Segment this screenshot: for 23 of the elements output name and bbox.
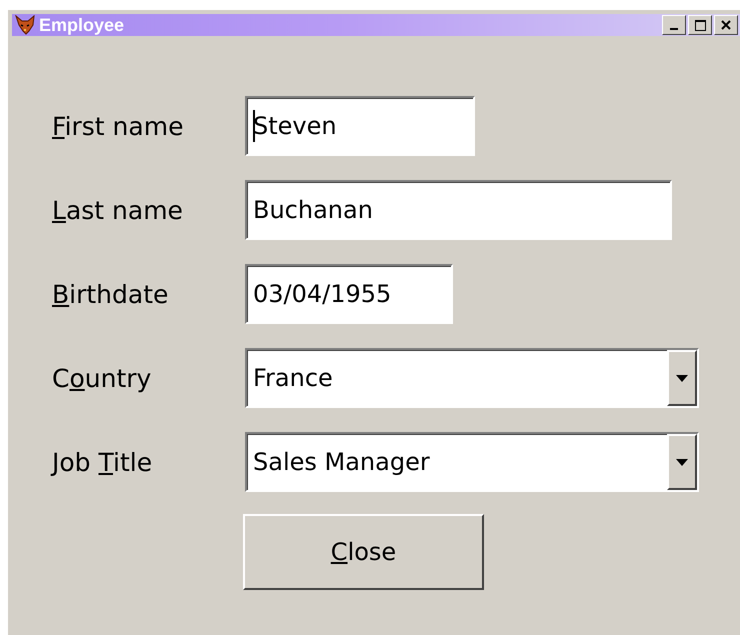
- minimize-icon: [670, 28, 678, 30]
- input-field[interactable]: Buchanan: [245, 180, 672, 240]
- minimize-button[interactable]: [662, 15, 686, 35]
- dropdown-button[interactable]: [667, 350, 697, 406]
- field-label: Birthdate: [52, 280, 168, 308]
- close-button[interactable]: [714, 15, 738, 35]
- close-button[interactable]: Close: [243, 514, 484, 590]
- dropdown[interactable]: France: [245, 348, 699, 408]
- input-field[interactable]: 03/04/1955: [245, 264, 453, 324]
- input-field[interactable]: Steven: [245, 96, 475, 156]
- field-label: Last name: [52, 196, 183, 224]
- maximize-button[interactable]: [688, 15, 712, 35]
- field-label: First name: [52, 112, 184, 140]
- field-label: Country: [52, 364, 152, 392]
- dropdown-button[interactable]: [667, 434, 697, 490]
- fox-head-icon: [15, 15, 35, 35]
- close-icon: [721, 20, 731, 30]
- caret-icon: [676, 374, 688, 382]
- window-title: Employee: [39, 14, 126, 36]
- field-label: Job Title: [52, 448, 152, 476]
- caret-icon: [676, 458, 688, 466]
- dropdown[interactable]: Sales Manager: [245, 432, 699, 492]
- maximize-icon: [694, 20, 706, 30]
